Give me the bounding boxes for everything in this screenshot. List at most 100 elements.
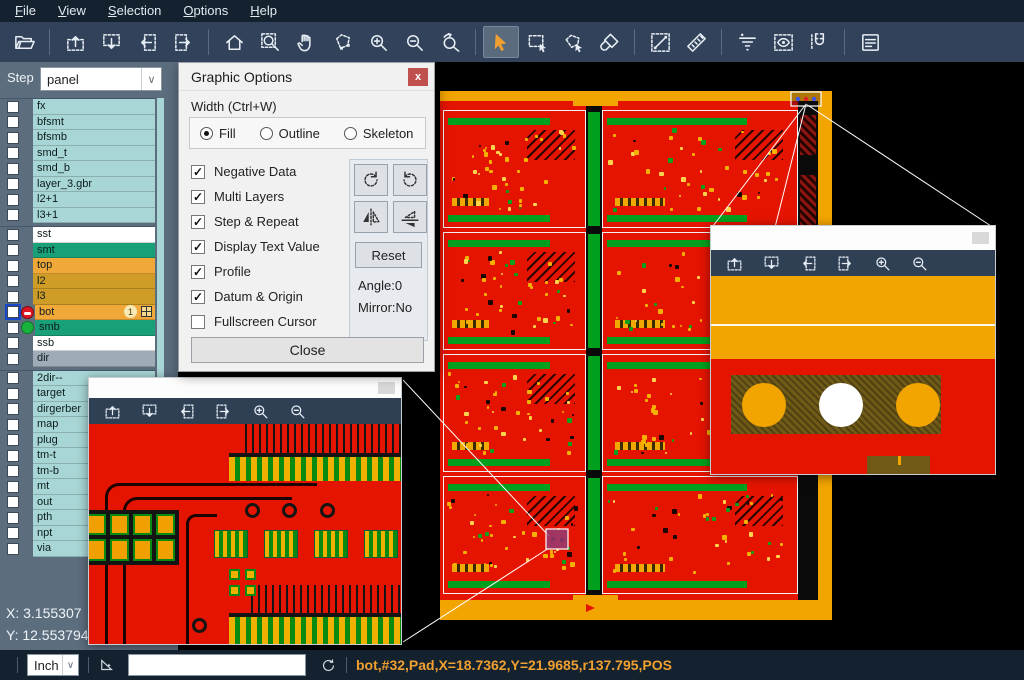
zoom-in-icon[interactable] bbox=[871, 252, 893, 274]
zoom-popup-right-titlebar[interactable] bbox=[711, 226, 995, 250]
layer-checkbox[interactable] bbox=[7, 178, 19, 190]
layer-checkbox[interactable] bbox=[7, 388, 19, 400]
view-options-icon[interactable] bbox=[765, 26, 801, 58]
layer-checkbox[interactable] bbox=[7, 244, 19, 256]
layer-checkbox[interactable] bbox=[7, 260, 19, 272]
layer-row-smb[interactable]: smb bbox=[0, 320, 155, 336]
move-right-icon[interactable] bbox=[212, 400, 234, 422]
layer-panel-icon[interactable] bbox=[852, 26, 888, 58]
move-up-icon[interactable] bbox=[57, 26, 93, 58]
move-down-icon[interactable] bbox=[760, 252, 782, 274]
move-left-icon[interactable] bbox=[797, 252, 819, 274]
move-down-icon[interactable] bbox=[138, 400, 160, 422]
layer-checkbox[interactable] bbox=[7, 229, 19, 241]
move-left-icon[interactable] bbox=[175, 400, 197, 422]
radio-skeleton[interactable]: Skeleton bbox=[344, 126, 414, 141]
refresh-icon[interactable] bbox=[320, 657, 337, 674]
snap-icon[interactable] bbox=[801, 26, 837, 58]
move-down-icon[interactable] bbox=[93, 26, 129, 58]
layer-checkbox[interactable] bbox=[7, 481, 19, 493]
mirror-h-button[interactable] bbox=[354, 201, 388, 233]
unit-select[interactable]: Inch ∨ bbox=[27, 654, 79, 676]
layer-checkbox[interactable] bbox=[7, 194, 19, 206]
menu-view[interactable]: View bbox=[47, 0, 97, 22]
checkbox-multi-layers[interactable]: ✓Multi Layers bbox=[191, 184, 320, 209]
filter-icon[interactable] bbox=[729, 26, 765, 58]
reset-button[interactable]: Reset bbox=[355, 242, 422, 268]
layer-checkbox[interactable] bbox=[7, 496, 19, 508]
zoom-in-icon[interactable] bbox=[360, 26, 396, 58]
measure-ruler-icon[interactable] bbox=[678, 26, 714, 58]
zoom-popup-right-canvas[interactable] bbox=[711, 276, 995, 474]
layer-checkbox[interactable] bbox=[7, 419, 19, 431]
layer-row-l2+1[interactable]: l2+1 bbox=[0, 192, 155, 208]
layer-row-ssb[interactable]: ssb bbox=[0, 336, 155, 352]
zoom-popup-left-titlebar[interactable] bbox=[89, 378, 401, 398]
layer-checkbox[interactable] bbox=[7, 132, 19, 144]
checkbox-step-repeat[interactable]: ✓Step & Repeat bbox=[191, 209, 320, 234]
layer-row-bfsmb[interactable]: bfsmb bbox=[0, 130, 155, 146]
zoom-polygon-icon[interactable] bbox=[324, 26, 360, 58]
move-up-icon[interactable] bbox=[723, 252, 745, 274]
move-up-icon[interactable] bbox=[101, 400, 123, 422]
zoom-in-icon[interactable] bbox=[249, 400, 271, 422]
select-cursor-icon[interactable] bbox=[483, 26, 519, 58]
zoom-popup-left-canvas[interactable] bbox=[89, 424, 401, 644]
layer-checkbox[interactable] bbox=[7, 101, 19, 113]
layer-checkbox[interactable] bbox=[7, 275, 19, 287]
layer-checkbox[interactable] bbox=[7, 465, 19, 477]
layer-row-l2[interactable]: l2 bbox=[0, 274, 155, 290]
zoom-out-icon[interactable] bbox=[908, 252, 930, 274]
menu-help[interactable]: Help bbox=[239, 0, 288, 22]
zoom-window-icon[interactable] bbox=[252, 26, 288, 58]
layer-checkbox[interactable] bbox=[7, 450, 19, 462]
layer-row-top[interactable]: top bbox=[0, 258, 155, 274]
checkbox-display-text-value[interactable]: ✓Display Text Value bbox=[191, 234, 320, 259]
pan-hand-icon[interactable] bbox=[288, 26, 324, 58]
layer-row-smt[interactable]: smt bbox=[0, 243, 155, 259]
layer-row-bot[interactable]: bot1 bbox=[0, 305, 155, 321]
menu-file[interactable]: File bbox=[4, 0, 47, 22]
checkbox-fullscreen-cursor[interactable]: Fullscreen Cursor bbox=[191, 309, 320, 334]
layer-checkbox[interactable] bbox=[7, 163, 19, 175]
layer-row-fx[interactable]: fx bbox=[0, 99, 155, 115]
layer-checkbox[interactable] bbox=[7, 322, 19, 334]
window-button[interactable] bbox=[972, 232, 989, 244]
home-icon[interactable] bbox=[216, 26, 252, 58]
select-rect-icon[interactable] bbox=[519, 26, 555, 58]
zoom-previous-icon[interactable] bbox=[432, 26, 468, 58]
close-button[interactable]: Close bbox=[191, 337, 424, 363]
move-right-icon[interactable] bbox=[165, 26, 201, 58]
rotate-ccw-button[interactable] bbox=[393, 164, 427, 196]
layer-row-l3[interactable]: l3 bbox=[0, 289, 155, 305]
layer-checkbox[interactable] bbox=[7, 527, 19, 539]
layer-checkbox[interactable] bbox=[7, 116, 19, 128]
layer-checkbox[interactable] bbox=[7, 209, 19, 221]
layer-row-smd_b[interactable]: smd_b bbox=[0, 161, 155, 177]
layer-row-layer_3.gbr[interactable]: layer_3.gbr bbox=[0, 177, 155, 193]
checkbox-profile[interactable]: ✓Profile bbox=[191, 259, 320, 284]
layer-row-sst[interactable]: sst bbox=[0, 227, 155, 243]
menu-selection[interactable]: Selection bbox=[97, 0, 172, 22]
move-right-icon[interactable] bbox=[834, 252, 856, 274]
zoom-out-icon[interactable] bbox=[396, 26, 432, 58]
measure-distance-icon[interactable] bbox=[642, 26, 678, 58]
layer-checkbox[interactable] bbox=[7, 291, 19, 303]
layer-checkbox[interactable] bbox=[7, 512, 19, 524]
clear-brush-icon[interactable] bbox=[591, 26, 627, 58]
checkbox-negative-data[interactable]: ✓Negative Data bbox=[191, 159, 320, 184]
select-polygon-icon[interactable] bbox=[555, 26, 591, 58]
close-icon[interactable]: x bbox=[408, 68, 428, 86]
layer-row-dir[interactable]: dir bbox=[0, 351, 155, 367]
layer-checkbox[interactable] bbox=[7, 543, 19, 555]
window-button[interactable] bbox=[378, 382, 395, 394]
layer-checkbox[interactable] bbox=[7, 306, 19, 318]
rotate-cw-button[interactable] bbox=[354, 164, 388, 196]
layer-checkbox[interactable] bbox=[7, 434, 19, 446]
dialog-titlebar[interactable]: Graphic Options x bbox=[179, 63, 434, 91]
menu-options[interactable]: Options bbox=[172, 0, 239, 22]
checkbox-datum-origin[interactable]: ✓Datum & Origin bbox=[191, 284, 320, 309]
angle-measure-icon[interactable] bbox=[98, 656, 116, 674]
layer-row-bfsmt[interactable]: bfsmt bbox=[0, 115, 155, 131]
command-input[interactable] bbox=[128, 654, 306, 676]
